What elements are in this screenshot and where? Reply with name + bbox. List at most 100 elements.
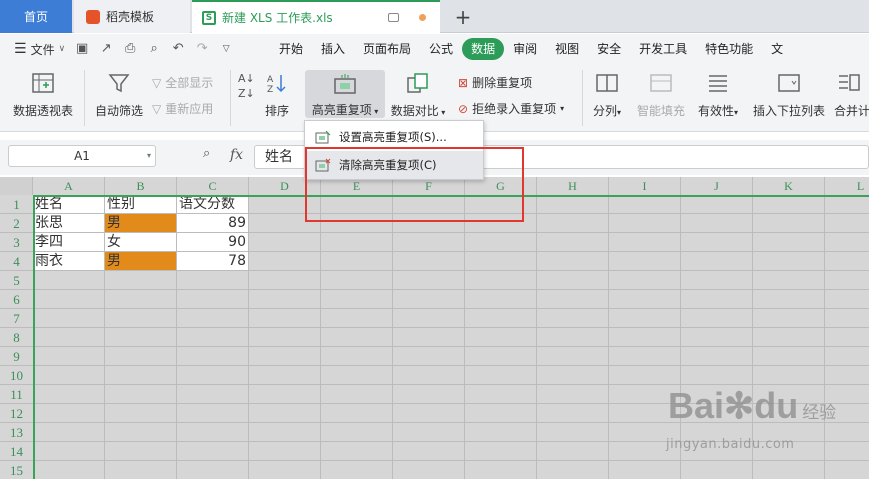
tab-home[interactable]: 首页: [0, 0, 72, 33]
column-header-C[interactable]: C: [177, 177, 249, 195]
autofilter-button[interactable]: 自动筛选: [90, 64, 148, 119]
cell-A4[interactable]: 雨衣: [33, 252, 105, 271]
merge-calculate-label: 合并计: [834, 104, 869, 118]
watermark-url: jingyan.baidu.com: [666, 437, 795, 452]
show-all-button[interactable]: ▽ 全部显示: [152, 74, 213, 91]
cell-B4[interactable]: 男: [105, 252, 177, 271]
cell-C3[interactable]: 90: [177, 233, 249, 252]
row-header-3[interactable]: 3: [0, 233, 33, 252]
spreadsheet-grid[interactable]: ABCDEFGHIJKL 1 2 3 4 5 6 7 8 9 10 11 12 13 14 15 姓名 性别语…: [0, 177, 869, 479]
chevron-down-icon[interactable]: ∨: [59, 44, 66, 54]
tab-1[interactable]: 插入: [312, 38, 354, 60]
tab-2[interactable]: 页面布局: [354, 38, 420, 60]
row-header-15[interactable]: 15: [0, 461, 33, 479]
chevron-down-icon[interactable]: ▾: [147, 146, 151, 166]
print-preview-icon[interactable]: ⌕: [147, 42, 161, 56]
row-header-12[interactable]: 12: [0, 404, 33, 423]
highlight-set-icon: [315, 130, 331, 144]
smart-fill-label: 智能填充: [636, 104, 685, 118]
tab-file[interactable]: S 新建 XLS 工作表.xls: [192, 0, 440, 33]
cell-B3[interactable]: 女: [105, 233, 177, 252]
split-column-button[interactable]: 分列▾: [590, 64, 624, 119]
column-header-J[interactable]: J: [681, 177, 753, 195]
row-header-8[interactable]: 8: [0, 328, 33, 347]
column-header-I[interactable]: I: [609, 177, 681, 195]
column-gridline: [392, 195, 393, 479]
tab-templates[interactable]: 稻壳模板: [74, 0, 190, 33]
cell-B2[interactable]: 男: [105, 214, 177, 233]
watermark-brand-2: du: [754, 385, 799, 426]
fx-icon[interactable]: fx: [230, 147, 243, 163]
clear-highlight-duplicates-item[interactable]: 清除高亮重复项(C): [305, 151, 483, 179]
row-header-6[interactable]: 6: [0, 290, 33, 309]
set-highlight-duplicates-item[interactable]: 设置高亮重复项(S)...: [305, 123, 483, 151]
file-menu[interactable]: 文件: [31, 41, 55, 58]
cell-C1[interactable]: 语文分数: [177, 195, 249, 214]
svg-text:Z: Z: [267, 85, 273, 94]
row-header-1[interactable]: 1: [0, 195, 33, 214]
delete-duplicates-button[interactable]: ⊠ 删除重复项: [458, 74, 532, 91]
tab-10[interactable]: 文: [762, 38, 792, 60]
cell-B1[interactable]: 性别: [105, 195, 177, 214]
data-compare-button[interactable]: 数据对比 ▾: [390, 64, 446, 119]
row-header-14[interactable]: 14: [0, 442, 33, 461]
baidu-watermark: Bai✻du 经验 jingyan.baidu.com: [666, 385, 836, 452]
sort-button[interactable]: AZ 排序: [262, 64, 292, 119]
pivot-table-button[interactable]: 数据透视表: [10, 64, 76, 119]
reapply-button[interactable]: ▽ 重新应用: [152, 100, 213, 117]
column-header-K[interactable]: K: [753, 177, 825, 195]
tab-7[interactable]: 安全: [588, 38, 630, 60]
insert-dropdown-list-button[interactable]: 插入下拉列表: [750, 64, 828, 119]
cell-A2[interactable]: 张思: [33, 214, 105, 233]
save-icon[interactable]: ▣: [75, 42, 89, 56]
tab-8[interactable]: 开发工具: [630, 38, 696, 60]
cell-C2[interactable]: 89: [177, 214, 249, 233]
tab-9[interactable]: 特色功能: [696, 38, 762, 60]
merge-calculate-button[interactable]: 合并计: [834, 64, 869, 119]
row-header-9[interactable]: 9: [0, 347, 33, 366]
autofilter-label: 自动筛选: [94, 104, 143, 118]
tab-4[interactable]: 数据: [462, 38, 505, 60]
sort-az-icons[interactable]: A↓ Z↓: [238, 72, 255, 100]
customize-quick-access-icon[interactable]: ▽: [219, 42, 233, 56]
tab-0[interactable]: 开始: [270, 38, 312, 60]
row-header-7[interactable]: 7: [0, 309, 33, 328]
select-all-corner[interactable]: [0, 177, 33, 195]
cell-A1[interactable]: 姓名: [33, 195, 105, 214]
column-header-A[interactable]: A: [33, 177, 105, 195]
column-header-B[interactable]: B: [105, 177, 177, 195]
hamburger-menu-icon[interactable]: ☰: [14, 41, 27, 57]
unsaved-dot-icon: [419, 14, 426, 21]
column-header-L[interactable]: L: [825, 177, 869, 195]
row-header-11[interactable]: 11: [0, 385, 33, 404]
name-box[interactable]: A1 ▾: [8, 145, 156, 167]
cell-C4[interactable]: 78: [177, 252, 249, 271]
cell-A3[interactable]: 李四: [33, 233, 105, 252]
monitor-icon[interactable]: [388, 13, 399, 22]
print-icon[interactable]: ⎙: [123, 42, 137, 56]
redo-icon[interactable]: ↷: [195, 42, 209, 56]
export-pdf-icon[interactable]: ↗: [99, 42, 113, 56]
new-tab-button[interactable]: +: [448, 0, 478, 33]
row-header-10[interactable]: 10: [0, 366, 33, 385]
merge-calculate-icon: [834, 70, 862, 96]
row-header-13[interactable]: 13: [0, 423, 33, 442]
divider: [230, 70, 231, 126]
row-header-4[interactable]: 4: [0, 252, 33, 271]
tab-6[interactable]: 视图: [546, 38, 588, 60]
smart-fill-button[interactable]: 智能填充: [636, 64, 686, 119]
highlight-duplicates-button[interactable]: 高亮重复项 ▾: [305, 70, 385, 118]
tab-3[interactable]: 公式: [420, 38, 462, 60]
tab-5[interactable]: 审阅: [504, 38, 546, 60]
tab-file-label: 新建 XLS 工作表.xls: [222, 11, 333, 25]
reject-duplicates-button[interactable]: ⊘ 拒绝录入重复项 ▾: [458, 100, 564, 117]
validity-button[interactable]: 有效性▾: [695, 64, 741, 119]
row-header-2[interactable]: 2: [0, 214, 33, 233]
column-header-H[interactable]: H: [537, 177, 609, 195]
row-header-5[interactable]: 5: [0, 271, 33, 290]
zoom-icon[interactable]: ⌕: [203, 146, 210, 161]
undo-icon[interactable]: ↶: [171, 42, 185, 56]
sort-ascending-icon: A↓: [238, 72, 255, 85]
reject-duplicates-icon: ⊘: [458, 101, 469, 116]
split-column-label: 分列: [592, 104, 617, 118]
